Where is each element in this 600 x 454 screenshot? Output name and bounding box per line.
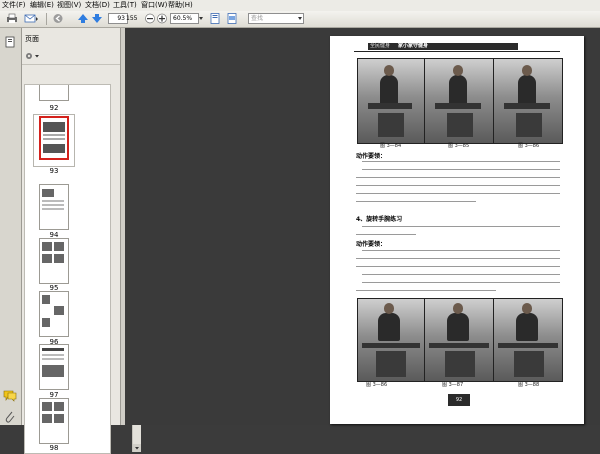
page-number-input[interactable]: 93	[108, 13, 128, 24]
search-dropdown[interactable]	[297, 13, 303, 24]
gear-icon	[26, 53, 39, 59]
menu-file[interactable]: 文件(F)	[2, 0, 26, 11]
speech-bubble-icon	[3, 390, 17, 402]
page-number-box: 92	[448, 394, 470, 406]
panel-toolbar	[22, 48, 120, 65]
previous-page-button[interactable]	[77, 13, 89, 24]
text-line	[362, 282, 560, 283]
text-line	[356, 290, 496, 291]
text-line	[356, 258, 560, 259]
exercise-photo	[424, 58, 494, 144]
page-thumbnail[interactable]	[39, 398, 69, 444]
print-button[interactable]	[6, 13, 18, 24]
figure-caption: 图 3—88	[518, 382, 540, 388]
fit-width-button[interactable]	[226, 13, 238, 24]
text-line	[356, 193, 560, 194]
toolbar: 93 155 60.5% 查找	[0, 11, 600, 28]
figure-caption: 图 3—84	[380, 143, 402, 149]
pages-panel-button[interactable]	[4, 36, 16, 48]
up-arrow-icon	[78, 14, 88, 23]
search-input[interactable]: 查找	[248, 13, 304, 24]
paperclip-icon	[5, 411, 15, 423]
figure-caption: 图 3—87	[442, 382, 464, 388]
text-line	[362, 169, 560, 170]
plus-circle-icon	[157, 13, 167, 24]
scroll-down-button[interactable]	[133, 444, 141, 452]
back-button[interactable]	[52, 13, 64, 24]
text-line	[356, 201, 476, 202]
pages-icon	[5, 36, 15, 48]
exercise-photo	[357, 298, 425, 382]
down-arrow-icon	[92, 14, 102, 23]
text-line	[356, 234, 416, 235]
comments-button[interactable]	[3, 390, 17, 402]
navigation-strip	[0, 28, 22, 425]
chevron-down-icon	[298, 17, 302, 20]
section-heading: 4、旋转手腕练习	[356, 216, 403, 223]
zoom-dropdown[interactable]	[198, 13, 204, 24]
section-label: 动作要领：	[356, 153, 387, 160]
minus-circle-icon	[145, 13, 155, 24]
menu-document[interactable]: 文档(D)	[85, 0, 110, 11]
document-page: 全民健身 家小家守健身 图 3—84 图 3—85 图 3—86 动作要领： 4…	[330, 36, 584, 424]
panel-header: 页面	[22, 32, 120, 46]
thumbnail-label: 92	[49, 104, 59, 112]
page-thumbnail-selected[interactable]	[39, 116, 69, 160]
document-view[interactable]: 全民健身 家小家守健身 图 3—84 图 3—85 图 3—86 动作要领： 4…	[125, 28, 600, 425]
fit-width-icon	[227, 13, 237, 24]
page-header: 全民健身 家小家守健身	[330, 38, 584, 52]
chevron-down-icon	[199, 17, 203, 20]
text-line	[356, 185, 560, 186]
page-thumbnail[interactable]	[39, 184, 69, 230]
fit-page-icon	[210, 13, 220, 24]
menu-view[interactable]: 视图(V)	[57, 0, 81, 11]
thumbnail-label: 93	[49, 167, 59, 175]
fit-page-button[interactable]	[209, 13, 221, 24]
figure-caption: 图 3—86	[518, 143, 540, 149]
page-thumbnail[interactable]	[39, 85, 69, 101]
page-thumbnail[interactable]	[39, 238, 69, 284]
page-thumbnail[interactable]	[39, 344, 69, 390]
figure-caption: 图 3—85	[448, 143, 470, 149]
header-left-text: 全民健身	[370, 43, 391, 49]
menu-help[interactable]: 帮助(H)	[168, 0, 193, 11]
back-arrow-icon	[53, 14, 63, 23]
exercise-photo	[357, 58, 425, 144]
chevron-down-icon	[135, 447, 139, 450]
zoom-in-button[interactable]	[156, 13, 168, 24]
page-number: 92	[455, 397, 463, 403]
menu-window[interactable]: 窗口(W)	[141, 0, 167, 11]
exercise-photo	[424, 298, 494, 382]
text-line	[362, 274, 560, 275]
page-thumbnail[interactable]	[39, 291, 69, 337]
thumbnail-label: 98	[49, 444, 59, 452]
header-title: 家小家守健身	[398, 43, 429, 49]
text-line	[356, 177, 560, 178]
pages-panel: 页面 92 93 94 95 96 97 98	[22, 28, 141, 454]
zoom-out-button[interactable]	[144, 13, 156, 24]
exercise-photo	[493, 58, 563, 144]
text-line	[362, 250, 560, 251]
text-line	[362, 161, 560, 162]
panel-options-button[interactable]	[25, 51, 41, 61]
printer-icon	[7, 13, 17, 23]
next-page-button[interactable]	[91, 13, 103, 24]
total-pages: 155	[126, 15, 138, 22]
email-button[interactable]	[24, 13, 38, 24]
thumbnail-list[interactable]: 92 93 94 95 96 97 98	[24, 84, 111, 454]
panel-title: 页面	[25, 35, 39, 43]
zoom-level-input[interactable]: 60.5%	[170, 13, 199, 24]
mail-icon	[24, 14, 38, 23]
menu-edit[interactable]: 编辑(E)	[30, 0, 54, 11]
sub-label: 动作要领：	[356, 241, 387, 248]
exercise-photo	[493, 298, 563, 382]
attachments-button[interactable]	[4, 410, 16, 424]
text-line	[356, 266, 560, 267]
figure-caption: 图 3—86	[366, 382, 388, 388]
text-line	[362, 226, 560, 227]
toolbar-separator	[46, 13, 47, 25]
menu-tools[interactable]: 工具(T)	[113, 0, 137, 11]
